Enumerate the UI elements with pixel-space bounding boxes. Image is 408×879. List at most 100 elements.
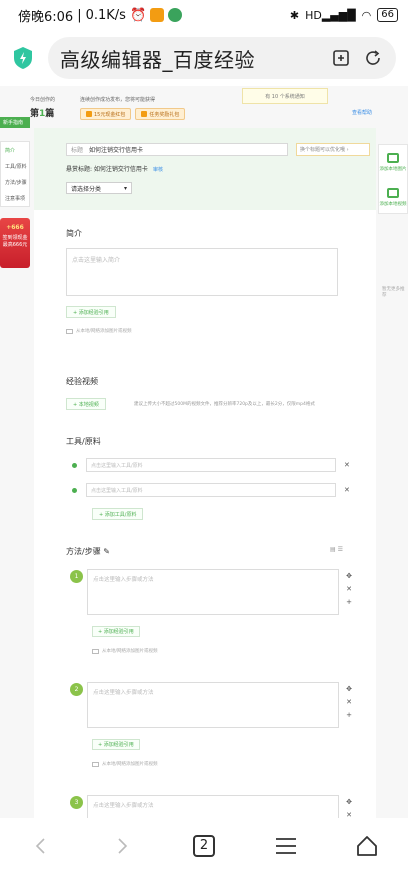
steps-title: 方法/步骤 ✎ <box>66 547 110 556</box>
help-link[interactable]: 查看帮助 <box>352 109 372 116</box>
close-icon[interactable]: ✕ <box>344 809 354 818</box>
sidebar-item-intro[interactable]: 简介 <box>1 142 29 158</box>
image-icon <box>387 153 399 163</box>
local-video-button[interactable]: + 本地视频 <box>66 398 106 410</box>
status-bar: 傍晚6:06 | 0.1K/s ⏰ ✱ HD▂▄▆█ ◠ 66 <box>0 0 408 30</box>
step-number: 2 <box>70 683 83 696</box>
move-icon[interactable]: ✥ <box>344 570 354 583</box>
system-notice[interactable]: 有 10 个系统通知 <box>242 88 328 104</box>
close-icon[interactable]: ✕ <box>344 461 350 469</box>
step-input[interactable]: 点击这里输入步骤或方法 <box>87 569 339 615</box>
editor-panel: 标题 如何注销交行信用卡 换个标题可以优化哦 › 悬赏标题: 如何注销交行信用卡… <box>34 128 376 818</box>
step-add-ref-button[interactable]: + 添加经验引用 <box>92 626 140 637</box>
wifi-icon: ◠ <box>361 8 372 22</box>
step-add-ref-button[interactable]: + 添加经验引用 <box>92 739 140 750</box>
tool-row: 点击这里输入工具/原料 ✕ <box>72 458 372 472</box>
tool-input[interactable]: 点击这里输入工具/原料 <box>86 458 336 472</box>
tool-input[interactable]: 点击这里输入工具/原料 <box>86 483 336 497</box>
step-pic-hint[interactable]: 从本地/网络添加图片或视频 <box>92 648 158 654</box>
intro-pic-hint[interactable]: 从本地/网络添加图片或视频 <box>66 328 132 334</box>
video-icon <box>387 188 399 198</box>
title-label: 标题 <box>71 147 84 154</box>
shield-icon <box>14 47 32 69</box>
title-hint[interactable]: 换个标题可以优化哦 › <box>296 143 370 156</box>
refresh-icon <box>366 50 380 65</box>
gift-icon <box>86 111 92 117</box>
status-right: ✱ HD▂▄▆█ ◠ 66 <box>290 8 398 22</box>
forward-button[interactable] <box>102 826 142 866</box>
title-input[interactable]: 标题 如何注销交行信用卡 <box>66 143 288 156</box>
page-title[interactable]: 高级编辑器_百度经验 <box>60 44 320 73</box>
battery-indicator: 66 <box>377 8 398 22</box>
right-note: 暂无更多推荐 <box>382 287 405 298</box>
image-icon <box>92 761 99 767</box>
sidebar-item-steps[interactable]: 方法/步骤 <box>1 174 29 190</box>
step-tools: ✥ ✕ <box>344 796 354 818</box>
task-pill[interactable]: 任务奖励礼包 <box>135 108 186 120</box>
promo-banner[interactable]: +666 签到领现金 最高666元 <box>0 218 30 268</box>
menu-button[interactable] <box>266 826 306 866</box>
tabs-count: 2 <box>192 834 215 857</box>
title-area: 标题 如何注销交行信用卡 换个标题可以优化哦 › 悬赏标题: 如何注销交行信用卡… <box>34 128 376 210</box>
status-net-speed: 0.1K/s <box>85 7 126 23</box>
intro-input[interactable]: 点击这里输入简介 <box>66 248 338 296</box>
browser-bottom-nav: 2 <box>0 818 408 879</box>
add-local-image-button[interactable]: 添加本地图片 <box>379 145 407 180</box>
close-icon[interactable]: ✕ <box>344 583 354 596</box>
back-button[interactable] <box>21 826 61 866</box>
add-tool-button[interactable]: + 添加工具/原料 <box>92 508 144 520</box>
bluetooth-icon: ✱ <box>289 8 300 22</box>
status-left: 傍晚6:06 | 0.1K/s ⏰ <box>18 6 183 25</box>
suspend-title: 悬赏标题: 如何注销交行信用卡 审核 <box>66 166 163 173</box>
web-page: 有 10 个系统通知 今日创作的 第1篇 连续创作成功发布，您将可能获得 15元… <box>0 86 408 818</box>
url-box[interactable]: 高级编辑器_百度经验 <box>48 37 396 79</box>
suspend-link[interactable]: 审核 <box>153 167 163 173</box>
chevron-left-icon <box>35 837 45 854</box>
gift-icon <box>141 111 148 117</box>
reward-pills: 15元现金红包 任务奖励礼包 <box>80 108 186 120</box>
bookmark-add-icon <box>333 50 349 66</box>
step-input[interactable]: 点击这里输入步骤或方法 <box>87 682 339 728</box>
edit-icon[interactable]: ✎ <box>103 547 110 556</box>
plus-icon[interactable]: + <box>344 709 354 722</box>
image-icon <box>92 648 99 654</box>
step-number: 1 <box>70 570 83 583</box>
app-notification-icon <box>150 8 165 22</box>
video-title: 经验视频 <box>66 377 98 386</box>
image-icon <box>66 328 73 334</box>
status-divider: | <box>77 7 82 23</box>
bullet-icon <box>72 462 77 468</box>
outline-sidebar: 简介 工具/原料 方法/步骤 注意事项 <box>0 141 30 207</box>
plus-icon[interactable]: + <box>344 596 354 609</box>
tool-row: 点击这里输入工具/原料 ✕ <box>72 483 372 497</box>
sidebar-item-notes[interactable]: 注意事项 <box>1 190 29 206</box>
sidebar-item-tools[interactable]: 工具/原料 <box>1 158 29 174</box>
app-notification-icon-2 <box>168 8 183 22</box>
step-input[interactable]: 点击这里输入步骤或方法 <box>87 795 339 818</box>
menu-icon <box>275 837 296 854</box>
promo-amount: +666 <box>6 224 24 231</box>
home-button[interactable] <box>347 826 387 866</box>
add-local-video-button[interactable]: 添加本地视频 <box>379 180 407 215</box>
close-icon[interactable]: ✕ <box>344 486 350 494</box>
step-tools: ✥ ✕ + <box>344 683 354 722</box>
today-label: 今日创作的 <box>30 97 56 103</box>
close-icon[interactable]: ✕ <box>344 696 354 709</box>
tabs-button[interactable]: 2 <box>184 826 224 866</box>
red-packet-pill[interactable]: 15元现金红包 <box>80 108 132 120</box>
alarm-icon: ⏰ <box>129 7 147 23</box>
step-tools: ✥ ✕ + <box>344 570 354 609</box>
status-time: 傍晚6:06 <box>18 9 74 25</box>
add-bookmark-button[interactable] <box>330 47 352 69</box>
view-mode-icons[interactable]: ▤ ☰ <box>330 546 343 553</box>
chevron-down-icon: ▾ <box>123 184 127 192</box>
guide-button[interactable]: 新手指南 <box>0 117 30 128</box>
step-pic-hint[interactable]: 从本地/网络添加图片或视频 <box>92 761 158 767</box>
category-select[interactable]: 请选择分类 ▾ <box>66 182 132 194</box>
refresh-button[interactable] <box>362 47 384 69</box>
move-icon[interactable]: ✥ <box>344 683 354 696</box>
move-icon[interactable]: ✥ <box>344 796 354 809</box>
intro-title: 简介 <box>66 229 82 238</box>
add-ref-button[interactable]: + 添加经验引用 <box>66 306 116 318</box>
article-count: 第1篇 <box>30 109 55 119</box>
